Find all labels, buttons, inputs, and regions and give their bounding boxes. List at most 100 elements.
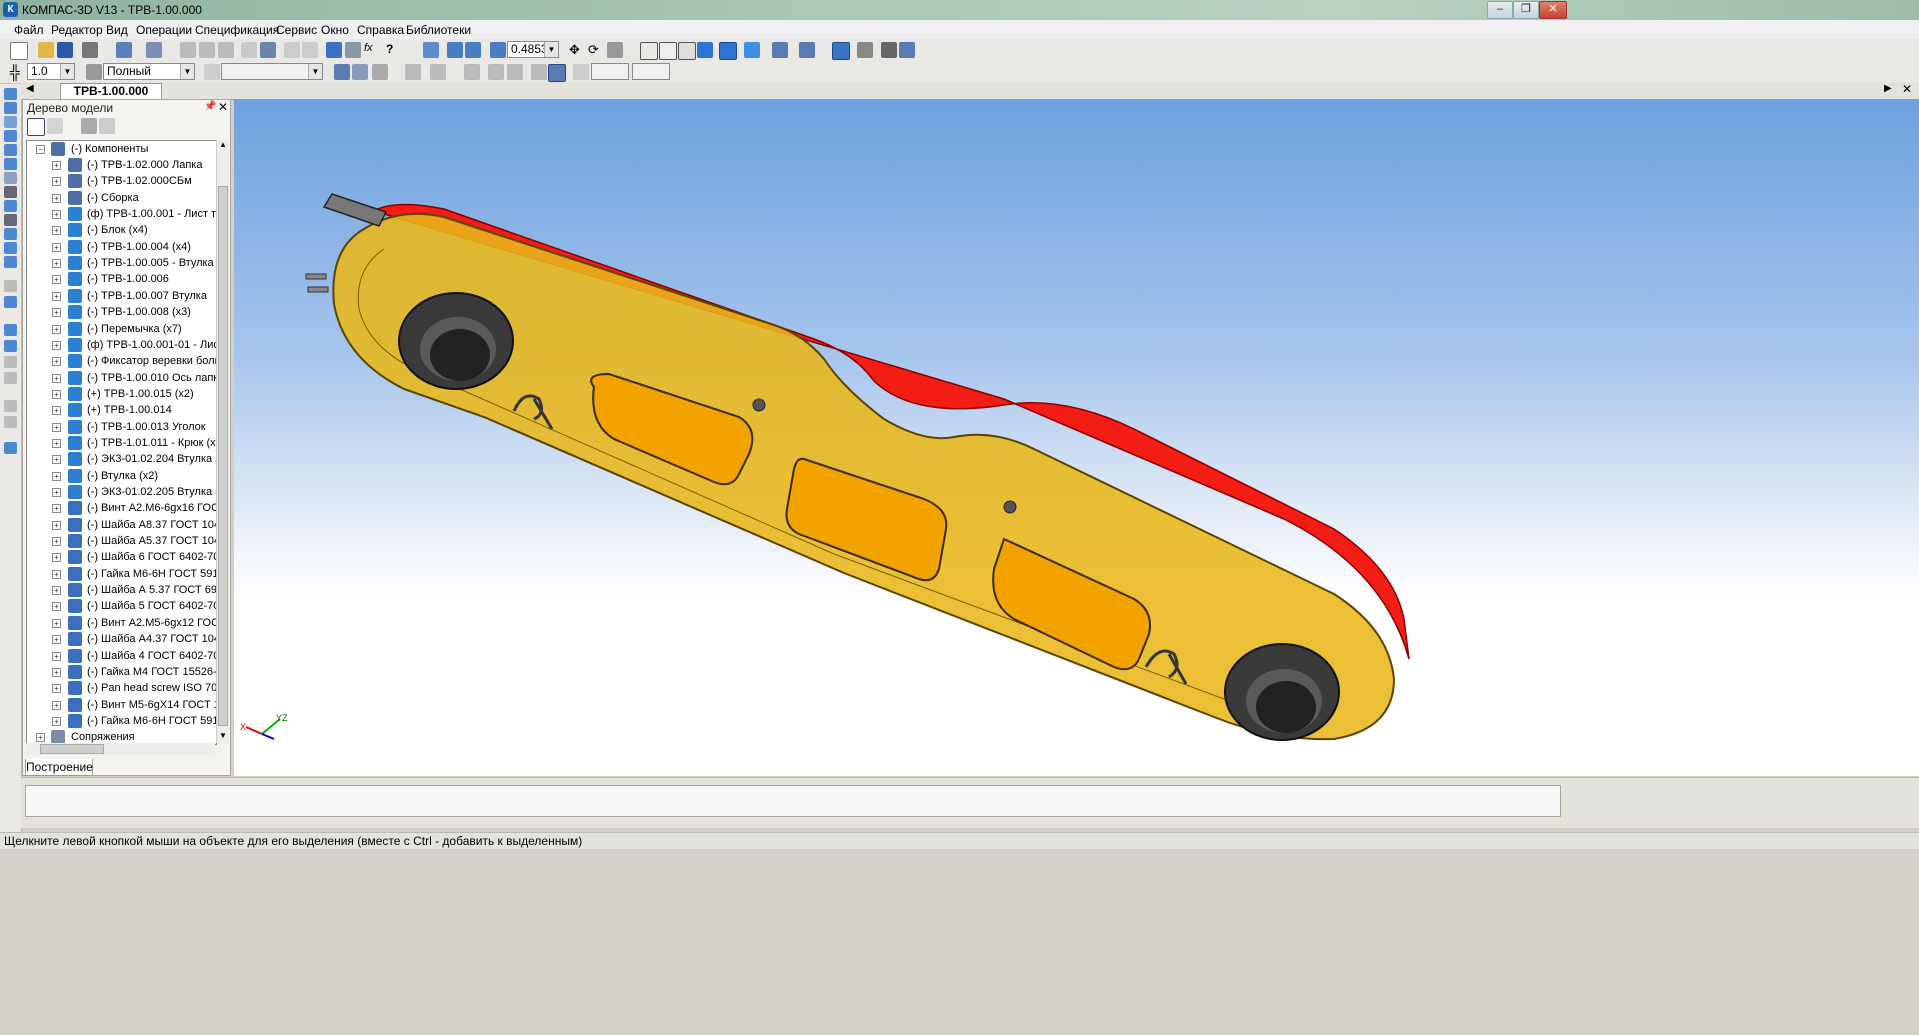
tab-document[interactable]: ТРВ-1.00.000 [60, 83, 162, 99]
measure-icon[interactable] [881, 42, 897, 58]
expand-icon[interactable]: + [52, 537, 61, 547]
paste-icon[interactable] [218, 42, 234, 58]
tree-item[interactable]: + (-) Винт А2.М6-6gx16 ГОСТ [27, 500, 216, 516]
relations-icon[interactable] [99, 118, 115, 134]
expand-icon[interactable]: + [52, 488, 61, 497]
step-cursor-icon[interactable]: ╬ [10, 64, 26, 80]
tree-item[interactable]: + (ф) ТРВ-1.00.001 - Лист тыл [27, 206, 216, 222]
tree-root-components[interactable]: − (-) Компоненты [27, 141, 216, 157]
scroll-up-icon[interactable]: ▲ [218, 140, 228, 152]
tree-vertical-scrollbar[interactable]: ▲ ▼ [216, 140, 229, 743]
tree-item[interactable]: + (-) ТРВ-1.00.005 - Втулка (x4 [27, 255, 216, 271]
hole-icon[interactable] [4, 400, 17, 412]
expand-icon[interactable]: + [36, 733, 45, 742]
expand-icon[interactable]: + [52, 373, 61, 383]
menu-specification[interactable]: Спецификация [195, 23, 279, 37]
redo-icon[interactable] [302, 42, 318, 58]
tree-item[interactable]: + (-) ТРВ-1.00.007 Втулка [27, 288, 216, 304]
expand-icon[interactable]: + [52, 520, 61, 530]
shaded-edges-icon[interactable] [719, 42, 737, 60]
expand-icon[interactable]: + [52, 161, 61, 170]
create-component-icon[interactable] [4, 296, 17, 308]
expand-icon[interactable]: + [52, 324, 61, 334]
reports-icon[interactable] [4, 228, 17, 240]
expand-icon[interactable]: + [52, 210, 61, 220]
tree-item[interactable]: + (-) Шайба А5.37 ГОСТ 10450 [27, 533, 216, 549]
tree-item[interactable]: + (-) Шайба 4 ГОСТ 6402-70 ( [27, 648, 216, 664]
structure-view-icon[interactable] [47, 118, 63, 134]
library-fasteners-icon[interactable] [4, 442, 17, 454]
ortho-icon[interactable] [405, 64, 421, 80]
tree-item[interactable]: + (-) Сборка [27, 190, 216, 206]
section-icon[interactable] [4, 416, 17, 428]
cut-icon[interactable] [180, 42, 196, 58]
chevron-down-icon[interactable]: ▼ [60, 64, 74, 79]
restore-button[interactable]: ❐ [1513, 1, 1539, 19]
selection-icon[interactable] [799, 42, 815, 58]
pin-icon[interactable]: 📌 [204, 101, 216, 112]
tree-item[interactable]: + (+) ТРВ-1.00.014 [27, 402, 216, 418]
expand-icon[interactable]: + [52, 635, 61, 645]
add-component-icon[interactable] [4, 280, 17, 292]
move-component-icon[interactable] [4, 324, 17, 336]
annotations-icon[interactable] [4, 186, 17, 198]
tree-item[interactable]: + (-) Винт М5-6gX14 ГОСТ 11 [27, 697, 216, 713]
component-icon[interactable] [4, 102, 17, 114]
snap-icon[interactable] [464, 64, 480, 80]
expand-icon[interactable]: + [52, 684, 61, 694]
orientation-icon[interactable] [607, 42, 623, 58]
parametric-icon[interactable] [531, 64, 547, 80]
tree-item[interactable]: + (-) Втулка (x2) [27, 468, 216, 484]
pan-icon[interactable]: ✥ [569, 42, 585, 58]
minimize-button[interactable]: – [1487, 1, 1513, 19]
tree-item[interactable]: + (-) Блок (x4) [27, 222, 216, 238]
menu-edit[interactable]: Редактор [51, 23, 103, 37]
expand-icon[interactable]: + [52, 389, 61, 399]
expand-icon[interactable]: + [52, 259, 61, 269]
expand-icon[interactable]: + [52, 651, 61, 661]
edit-parts-icon[interactable] [4, 88, 17, 100]
expand-icon[interactable]: + [52, 716, 61, 726]
orient-icon[interactable] [372, 64, 388, 80]
expand-icon[interactable]: + [52, 569, 61, 579]
menu-service[interactable]: Сервис [276, 23, 317, 37]
local-cs-icon[interactable] [334, 64, 350, 80]
sheet-metal-icon[interactable] [4, 242, 17, 254]
tree-item[interactable]: + (-) Шайба А 5.37 ГОСТ 6958 [27, 582, 216, 598]
build-order-icon[interactable] [27, 118, 45, 136]
x-coordinate-field[interactable] [591, 63, 629, 80]
menu-view[interactable]: Вид [106, 23, 128, 37]
tab-construction[interactable]: Построение [25, 759, 93, 776]
expand-icon[interactable]: + [52, 226, 61, 236]
plane-icon[interactable] [352, 64, 368, 80]
tree-item[interactable]: + (-) ТРВ-1.00.013 Уголок [27, 419, 216, 435]
expand-icon[interactable]: + [52, 553, 61, 563]
expand-icon[interactable]: + [52, 422, 61, 432]
perspective-icon[interactable] [744, 42, 760, 58]
specification-icon[interactable] [260, 42, 276, 58]
zoom-out-icon[interactable] [465, 42, 481, 58]
save-icon[interactable] [57, 42, 73, 58]
chevron-down-icon[interactable]: ▼ [308, 64, 322, 79]
tree-item[interactable]: + (-) ТРВ-1.00.010 Ось лапки [27, 370, 216, 386]
tree-item[interactable]: + (-) ТРВ-1.01.011 - Крюк (x2) [27, 435, 216, 451]
expand-icon[interactable]: + [52, 193, 61, 203]
tree-item[interactable]: + (-) Гайка М6-6Н ГОСТ 5915- [27, 566, 216, 582]
hidden-lines-icon[interactable] [659, 42, 677, 60]
expand-icon[interactable]: + [52, 177, 61, 187]
expand-icon[interactable]: + [52, 242, 61, 252]
arrays-icon[interactable] [4, 144, 17, 156]
specification-tool-icon[interactable] [4, 214, 17, 226]
tree-item[interactable]: + (-) Винт А2.М5-6gx12 ГОСТ [27, 615, 216, 631]
tree-item[interactable]: + (-) Шайба А4.37 ГОСТ 10450 [27, 631, 216, 647]
axis-snap-icon[interactable] [507, 64, 523, 80]
scroll-thumb[interactable] [218, 186, 228, 726]
tree-item[interactable]: + (-) ТРВ-1.00.004 (x4) [27, 239, 216, 255]
properties-panel-icon[interactable] [857, 42, 873, 58]
model-viewport[interactable]: X YZ [234, 99, 1919, 776]
preview-icon[interactable] [116, 42, 132, 58]
tree-item[interactable]: + (-) ТРВ-1.02.000 Лапка [27, 157, 216, 173]
style-select[interactable]: Полный ▼ [103, 63, 195, 80]
library-icon[interactable] [345, 42, 361, 58]
close-window-button[interactable]: ✕ [1539, 1, 1567, 19]
